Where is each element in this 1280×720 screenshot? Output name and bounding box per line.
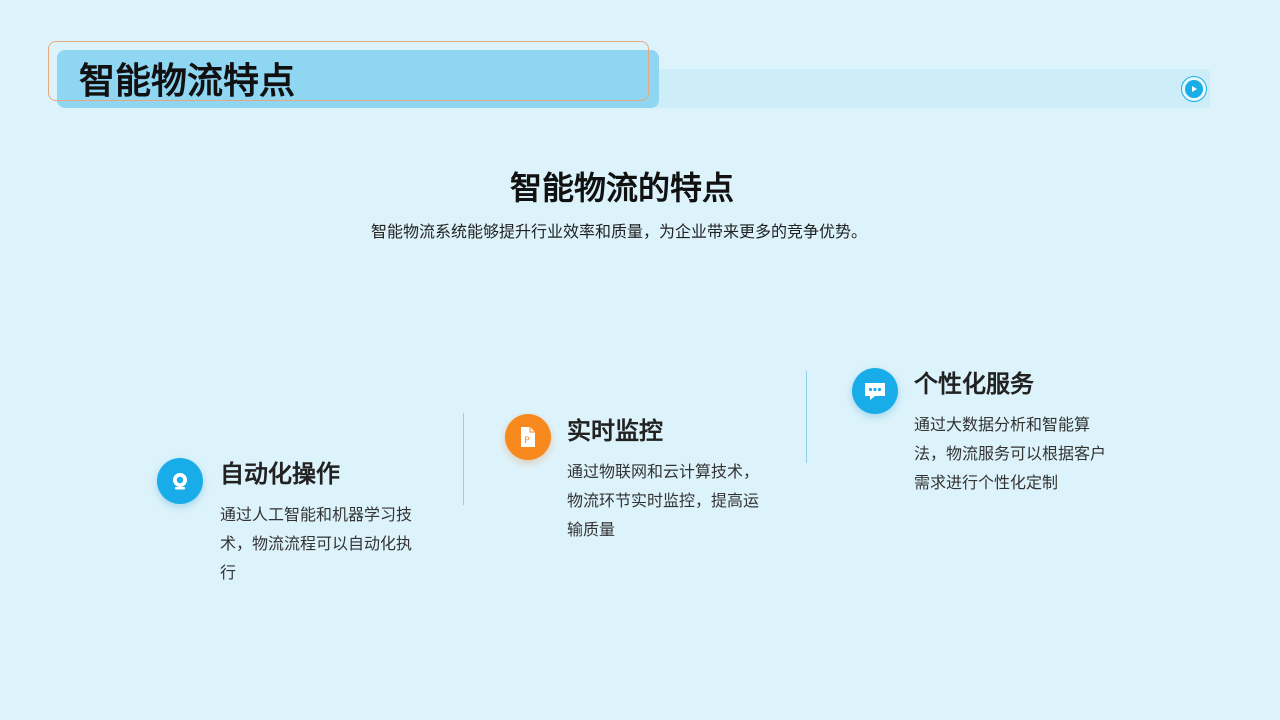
feature-title: 自动化操作 xyxy=(220,460,340,488)
feature-title: 个性化服务 xyxy=(914,370,1034,398)
divider xyxy=(463,413,464,505)
play-button[interactable] xyxy=(1181,76,1207,102)
feature-title: 实时监控 xyxy=(567,417,663,445)
section-subtitle: 智能物流系统能够提升行业效率和质量，为企业带来更多的竞争优势。 xyxy=(370,222,867,241)
play-icon xyxy=(1185,80,1203,98)
divider xyxy=(806,371,807,463)
page-title: 智能物流特点 xyxy=(79,61,296,102)
svg-text:P: P xyxy=(524,436,530,446)
header-band xyxy=(640,69,1210,108)
feature-description: 通过人工智能和机器学习技术，物流流程可以自动化执行 xyxy=(220,505,413,582)
section-title: 智能物流的特点 xyxy=(509,169,734,207)
document-icon: P xyxy=(505,414,551,460)
chat-icon xyxy=(852,368,898,414)
feature-description: 通过物联网和云计算技术，物流环节实时监控，提高运输质量 xyxy=(567,462,760,539)
webcam-icon xyxy=(157,458,203,504)
feature-description: 通过大数据分析和智能算法，物流服务可以根据客户需求进行个性化定制 xyxy=(914,415,1107,492)
